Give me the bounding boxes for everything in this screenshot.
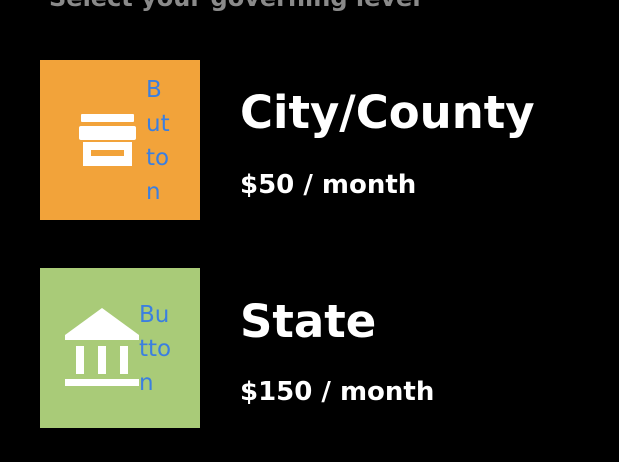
state-button[interactable]: Button	[40, 268, 200, 428]
state-title: State	[240, 295, 377, 348]
city-county-button[interactable]: Button	[40, 60, 200, 220]
city-county-button-label: Button	[146, 77, 170, 205]
city-county-title: City/County	[240, 86, 535, 139]
city-county-price: $50 / month	[240, 170, 417, 200]
storefront-icon	[79, 114, 136, 166]
state-price: $150 / month	[240, 377, 435, 407]
page-subtitle: Select your governing level	[49, 0, 421, 12]
state-button-label: Button	[139, 302, 172, 396]
